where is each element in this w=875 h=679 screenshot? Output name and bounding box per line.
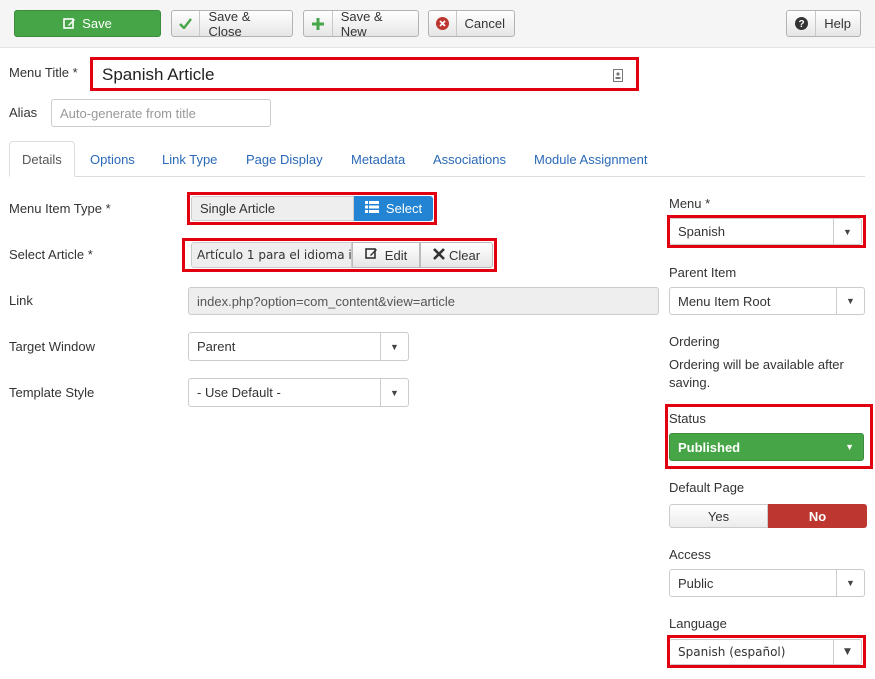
contact-card-icon <box>613 67 623 87</box>
tab-options[interactable]: Options <box>90 141 135 177</box>
edit-article-button[interactable]: Edit <box>352 242 420 268</box>
selected-article-field: Artículo 1 para el idioma inglés <box>191 242 352 268</box>
chevron-down-icon: ▼ <box>836 570 864 596</box>
tab-bar: Details Options Link Type Page Display M… <box>9 141 865 177</box>
list-icon <box>364 201 379 216</box>
tab-metadata[interactable]: Metadata <box>351 141 405 177</box>
plus-icon <box>304 11 333 36</box>
chevron-down-icon: ▼ <box>380 379 408 406</box>
chevron-down-icon: ▼ <box>380 333 408 360</box>
select-article-label: Select Article * <box>9 247 93 262</box>
template-style-label: Template Style <box>9 385 95 400</box>
template-style-select[interactable]: - Use Default - ▼ <box>188 378 409 407</box>
default-page-yes[interactable]: Yes <box>669 504 768 528</box>
parent-item-select[interactable]: Menu Item Root ▼ <box>669 287 865 315</box>
access-select[interactable]: Public ▼ <box>669 569 865 597</box>
menu-item-type-field: Single Article <box>191 196 354 221</box>
menu-item-type-label: Menu Item Type * <box>9 201 111 216</box>
clear-article-button[interactable]: Clear <box>420 242 493 268</box>
link-label: Link <box>9 293 33 308</box>
status-label: Status <box>669 411 706 426</box>
tab-associations[interactable]: Associations <box>433 141 506 177</box>
help-icon: ? <box>787 11 817 36</box>
alias-label: Alias <box>9 105 38 120</box>
language-select[interactable]: Spanish (español) ▼ <box>669 639 862 665</box>
default-page-label: Default Page <box>669 480 745 495</box>
chevron-down-icon: ▼ <box>845 442 854 452</box>
save-new-button[interactable]: Save & New <box>303 9 419 39</box>
ordering-note: Ordering will be available after saving. <box>669 357 844 390</box>
alias-input[interactable]: Auto-generate from title <box>51 99 271 127</box>
chevron-down-icon: ▼ <box>833 219 861 244</box>
edit-icon <box>63 11 76 36</box>
chevron-down-icon: ▼ <box>833 640 861 664</box>
svg-text:?: ? <box>798 19 804 30</box>
close-icon <box>433 247 445 263</box>
link-field: index.php?option=com_content&view=articl… <box>188 287 659 315</box>
help-button[interactable]: ? Help <box>786 10 861 37</box>
target-window-select[interactable]: Parent ▼ <box>188 332 409 361</box>
chevron-down-icon: ▼ <box>836 288 864 314</box>
toolbar: Save Save & Close Save & New Cancel ? He… <box>0 0 875 48</box>
tab-page-display[interactable]: Page Display <box>246 141 323 177</box>
ordering-label: Ordering <box>669 334 720 349</box>
tab-module-assignment[interactable]: Module Assignment <box>534 141 647 177</box>
target-window-label: Target Window <box>9 339 95 354</box>
menu-title-input[interactable]: Spanish Article <box>94 61 635 88</box>
edit-icon <box>364 247 378 263</box>
check-icon <box>172 11 201 36</box>
parent-item-label: Parent Item <box>669 265 737 280</box>
default-page-no[interactable]: No <box>768 504 867 528</box>
language-label: Language <box>669 616 727 631</box>
status-select[interactable]: Published ▼ <box>669 433 864 461</box>
menu-label: Menu * <box>669 196 711 211</box>
save-button[interactable]: Save <box>14 10 161 37</box>
tab-details[interactable]: Details <box>9 141 75 177</box>
tab-link-type[interactable]: Link Type <box>162 141 217 177</box>
menu-select[interactable]: Spanish ▼ <box>669 218 862 245</box>
save-close-button[interactable]: Save & Close <box>171 9 293 39</box>
cancel-icon <box>429 11 457 36</box>
access-label: Access <box>669 547 711 562</box>
menu-title-label: Menu Title * <box>9 65 78 80</box>
select-type-button[interactable]: Select <box>354 196 433 221</box>
cancel-button[interactable]: Cancel <box>428 10 515 37</box>
